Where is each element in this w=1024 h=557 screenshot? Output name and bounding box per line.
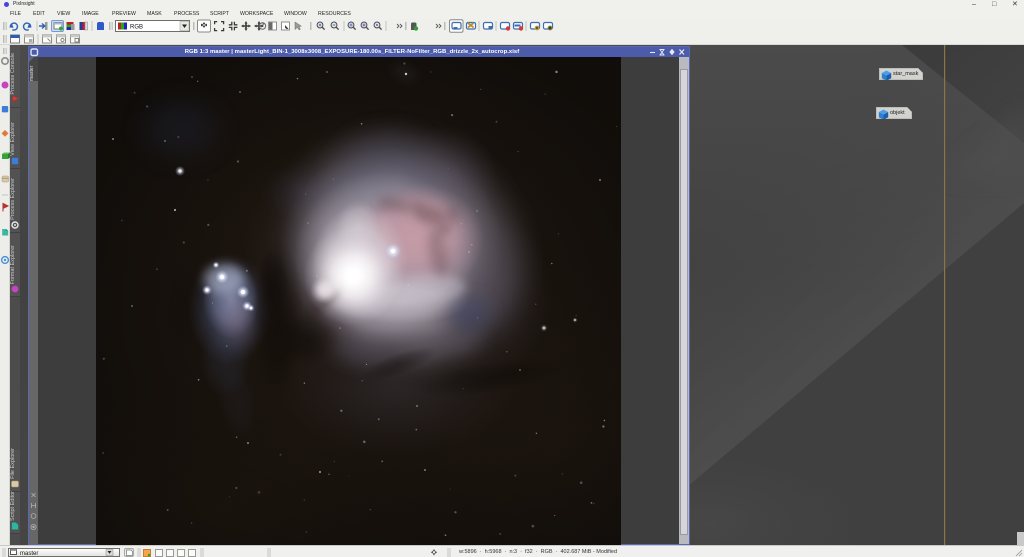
svg-text:master: master bbox=[20, 551, 38, 557]
svg-text:RGB: RGB bbox=[130, 25, 143, 31]
